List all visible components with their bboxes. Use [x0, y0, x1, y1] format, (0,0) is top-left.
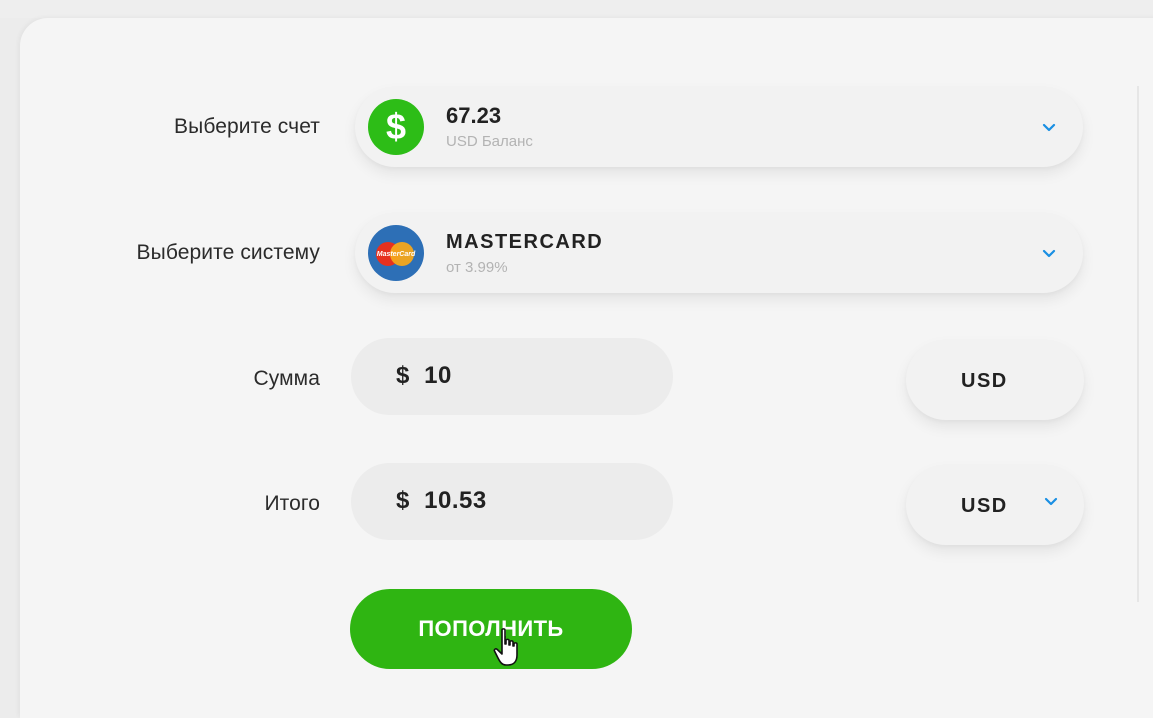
account-balance: 67.23	[446, 103, 502, 128]
account-select[interactable]: $ 67.23 USD Баланс	[355, 87, 1083, 167]
top-bar	[0, 0, 1153, 18]
dollar-icon: $	[368, 99, 424, 155]
amount-value: $ 10	[396, 362, 452, 389]
total-value: $ 10.53	[396, 487, 487, 514]
total-currency-select[interactable]: USD	[906, 465, 1084, 545]
total-label: Итого	[264, 492, 320, 515]
system-label: Выберите систему	[136, 241, 320, 264]
amount-input[interactable]: $ 10	[351, 338, 673, 415]
account-label: Выберите счет	[174, 115, 320, 138]
account-currency-caption: USD Баланс	[446, 133, 533, 150]
chevron-down-icon	[1044, 497, 1058, 506]
vertical-divider	[1137, 86, 1139, 602]
submit-button[interactable]: ПОПОЛНИТЬ	[350, 589, 632, 669]
system-name: MASTERCARD	[446, 231, 604, 253]
system-select[interactable]: MasterCard MASTERCARD от 3.99%	[355, 213, 1083, 293]
amount-currency-code: USD	[961, 370, 1008, 392]
amount-label: Сумма	[253, 367, 320, 390]
amount-currency: USD	[906, 340, 1084, 420]
system-fee: от 3.99%	[446, 259, 508, 276]
total-input: $ 10.53	[351, 463, 673, 540]
chevron-down-icon	[1042, 249, 1056, 258]
chevron-down-icon	[1042, 123, 1056, 132]
total-currency-code: USD	[961, 495, 1008, 517]
mastercard-icon: MasterCard	[368, 225, 424, 281]
hand-cursor-icon	[493, 628, 518, 666]
